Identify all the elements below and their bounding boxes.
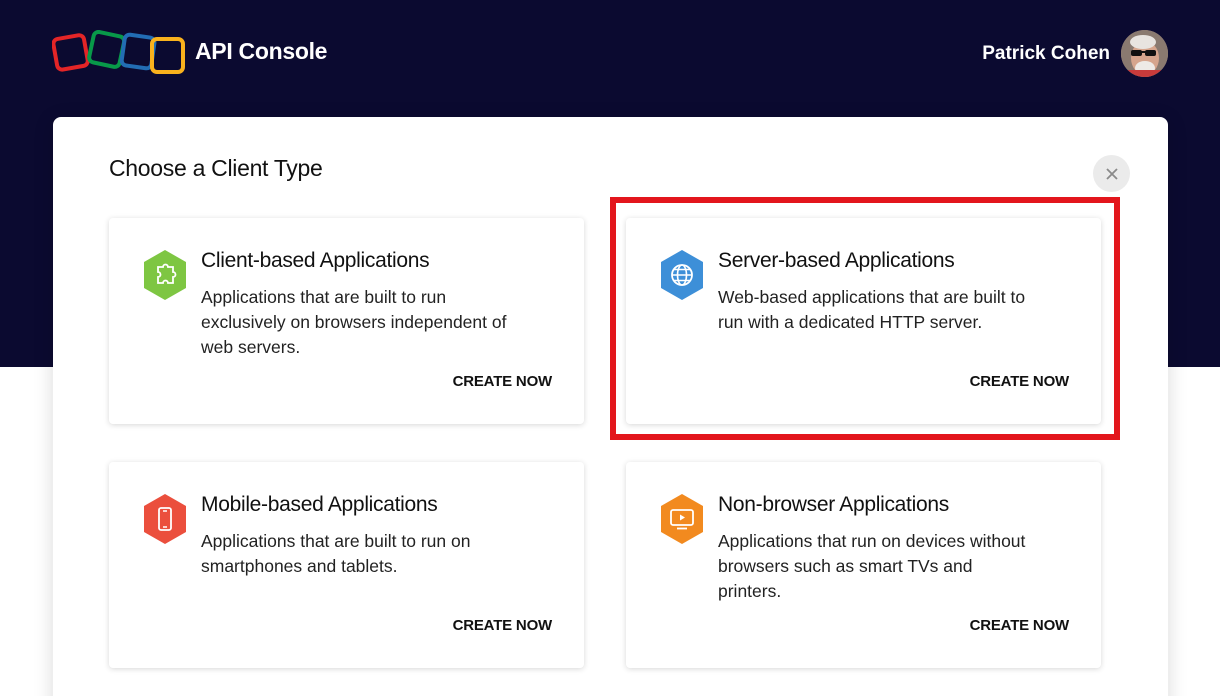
smartphone-icon (144, 494, 186, 544)
card-description: Applications that are built to run on sm… (201, 531, 471, 576)
puzzle-icon (144, 250, 186, 300)
mobile-based-card[interactable]: Mobile-based Applications Applications t… (109, 462, 584, 668)
app-title: API Console (195, 38, 328, 64)
card-description: Applications that run on devices without… (718, 531, 1026, 601)
card-title: Client-based Applications (201, 249, 430, 272)
user-name[interactable]: Patrick Cohen (982, 43, 1110, 65)
modal-title: Choose a Client Type (109, 155, 323, 181)
card-title: Mobile-based Applications (201, 493, 438, 516)
card-title: Non-browser Applications (718, 493, 949, 516)
logo-icon[interactable] (52, 30, 188, 76)
create-now-button[interactable]: CREATE NOW (453, 373, 553, 390)
non-browser-card[interactable]: Non-browser Applications Applications th… (626, 462, 1101, 668)
close-button[interactable] (1093, 155, 1130, 192)
monitor-icon (661, 494, 703, 544)
card-description: Applications that are built to run exclu… (201, 287, 507, 357)
create-now-button[interactable]: CREATE NOW (970, 617, 1070, 634)
create-now-button[interactable]: CREATE NOW (453, 617, 553, 634)
client-based-card[interactable]: Client-based Applications Applications t… (109, 218, 584, 424)
close-icon (1105, 167, 1118, 180)
selection-highlight (610, 197, 1120, 440)
avatar[interactable] (1121, 30, 1168, 77)
